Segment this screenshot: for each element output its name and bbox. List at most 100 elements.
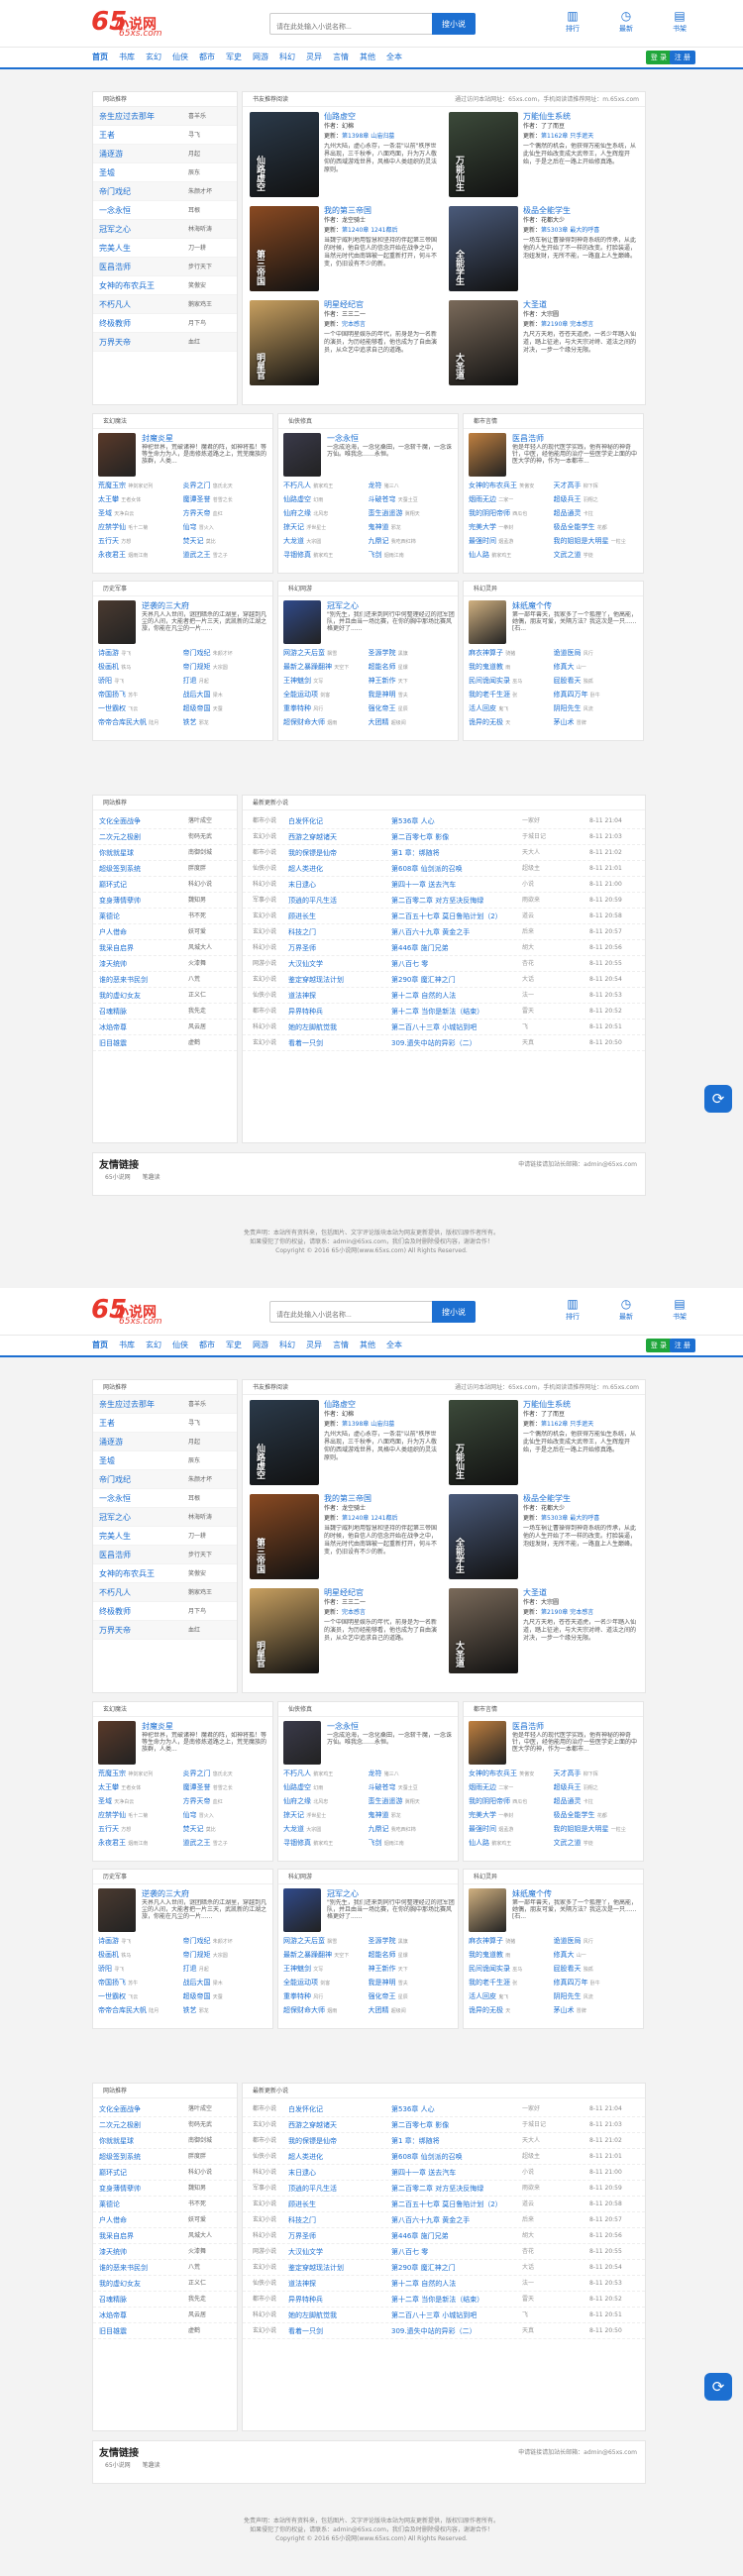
book-title[interactable]: 不朽凡人 bbox=[99, 1588, 131, 1597]
list-item[interactable]: 大团精 超级阅 bbox=[369, 717, 454, 728]
book-title[interactable]: 超级签到系统 bbox=[99, 865, 141, 873]
book-title[interactable]: 顶逍的平凡生活 bbox=[288, 2181, 337, 2197]
list-item[interactable]: 神王新作 天下 bbox=[369, 676, 454, 687]
list-item[interactable]: 掠天记 浮世星士 bbox=[283, 1810, 369, 1821]
latest-chapter[interactable]: 第1 章：绑随将 bbox=[391, 845, 440, 861]
list-item[interactable]: 大龙道 大宗圆 bbox=[283, 536, 369, 547]
book-cover[interactable]: 明星官 bbox=[250, 1588, 319, 1673]
nav-item[interactable]: 玄幻 bbox=[146, 1340, 161, 1350]
list-item[interactable]: 我采自启界 风城大人 bbox=[93, 940, 237, 956]
book-card[interactable]: 全能学生 极品全能学生 作者：花都大少 更新：第5303章 最大的呼喜 一场车祸让曹操得… bbox=[446, 203, 641, 297]
table-row[interactable]: 科幻小说 她的左脚航觉我 第二百八十三章 小城钻到吧 飞 8-11 20:51 bbox=[243, 1020, 645, 1035]
book-title[interactable]: 末日逮心 bbox=[288, 877, 316, 893]
list-item[interactable]: 民间诡闻实录 巫马 bbox=[469, 676, 554, 687]
book-title[interactable]: 超人类进化 bbox=[288, 2149, 323, 2165]
book-cover[interactable] bbox=[469, 433, 506, 477]
list-item[interactable]: 仙人路 鹅家鸡王 bbox=[469, 550, 554, 561]
book-title[interactable]: 鉴定穿越现法计划 bbox=[288, 2260, 344, 2276]
nav-item[interactable]: 军史 bbox=[226, 1340, 242, 1350]
genre[interactable]: 玄幻小说 bbox=[253, 972, 276, 988]
list-item[interactable]: 鬼神道 邪龙 bbox=[369, 1810, 454, 1821]
book-title[interactable]: 女神的布农兵王 bbox=[99, 1569, 155, 1578]
table-row[interactable]: 网游小说 大汉仙文学 第八百七 零 杏花 8-11 20:55 bbox=[243, 2244, 645, 2260]
list-item[interactable]: 医昌浩师 步行天下 bbox=[93, 1546, 237, 1564]
nav-item[interactable]: 科幻 bbox=[279, 1340, 295, 1350]
table-row[interactable]: 玄幻小说 顾进长生 第二百五十七章 莫日鲁陷计划（2） 道云 8-11 20:58 bbox=[243, 2197, 645, 2212]
list-item[interactable]: 仙穹 冒火入 bbox=[183, 1810, 268, 1821]
latest-chapter[interactable]: 第608章 仙剑派的召唤 bbox=[391, 861, 463, 877]
list-item[interactable]: 炎界之门 悠氏北天 bbox=[183, 1769, 268, 1779]
list-item[interactable]: 万界天帝 血红 bbox=[93, 333, 237, 352]
list-item[interactable]: 我的鬼道教 雨 bbox=[469, 662, 554, 673]
list-item[interactable]: 荒魔玉宗 神剑家记列 bbox=[98, 481, 183, 491]
genre[interactable]: 玄幻小说 bbox=[253, 2197, 276, 2212]
list-item[interactable]: 超级帝国 天蚕 bbox=[183, 1991, 268, 2002]
latest-chapter[interactable]: 第1240章 1241都后 bbox=[342, 1515, 397, 1522]
list-item[interactable]: 飞剑 烟雨江南 bbox=[369, 1838, 454, 1849]
list-item[interactable]: 女神的布农兵王 笑傲安 bbox=[93, 1564, 237, 1583]
book-title[interactable]: 科技之门 bbox=[288, 924, 316, 940]
list-item[interactable]: 涌逐游 月起 bbox=[93, 1433, 237, 1451]
list-item[interactable]: 大龙道 大宗圆 bbox=[283, 1824, 369, 1835]
book-title[interactable]: 谁的恶来书民剑 bbox=[99, 2264, 148, 2272]
nav-item[interactable]: 灵异 bbox=[306, 1340, 322, 1350]
book-cover[interactable] bbox=[98, 433, 136, 477]
list-item[interactable]: 诗画游 寻飞 bbox=[98, 1936, 183, 1947]
book-title[interactable]: 漆天统帅 bbox=[99, 2248, 127, 2256]
list-item[interactable]: 麻衣神算子 骑猪 bbox=[469, 1936, 554, 1947]
book-title[interactable]: 你就就星球 bbox=[99, 2137, 134, 2145]
table-row[interactable]: 仙侠小说 超人类进化 第608章 仙剑派的召唤 超级主 8-11 21:01 bbox=[243, 861, 645, 877]
list-item[interactable]: 变身薄情孽帅 魏知男 bbox=[93, 893, 237, 909]
list-item[interactable]: 诗画游 寻飞 bbox=[98, 648, 183, 659]
latest-chapter[interactable]: 第二百零七章 影像 bbox=[391, 829, 449, 845]
book-cover[interactable] bbox=[283, 433, 321, 477]
list-item[interactable]: 龙符 猪三八 bbox=[369, 481, 454, 491]
genre[interactable]: 玄幻小说 bbox=[253, 829, 276, 845]
latest-chapter[interactable]: 第290章 魔汇神之门 bbox=[391, 972, 456, 988]
genre[interactable]: 科幻小说 bbox=[253, 2165, 276, 2181]
book-cover[interactable]: 万能仙生 bbox=[449, 1400, 518, 1485]
list-item[interactable]: 完美大学 一拳封 bbox=[469, 1810, 554, 1821]
book-card[interactable]: 万能仙生 万能仙生系统 作者：了了而豆 更新：第1162章 只手遮天 一个偶然的机会，他… bbox=[446, 109, 641, 203]
list-item[interactable]: 麻衣神算子 骑猪 bbox=[469, 648, 554, 659]
book-title[interactable]: 异界特种兵 bbox=[288, 2292, 323, 2308]
book-cover[interactable]: 大圣道 bbox=[449, 1588, 518, 1673]
book-title[interactable]: 看着一只剑 bbox=[288, 1035, 323, 1051]
list-item[interactable]: 超保财命大师 烟雨 bbox=[283, 717, 369, 728]
list-item[interactable]: 仙府之缘 北风忠 bbox=[283, 1796, 369, 1807]
shortcut-chart[interactable]: ▥ 排行 bbox=[557, 9, 588, 34]
genre[interactable]: 仙侠小说 bbox=[253, 2149, 276, 2165]
table-row[interactable]: 玄幻小说 顾进长生 第二百五十七章 莫日鲁陷计划（2） 道云 8-11 20:58 bbox=[243, 909, 645, 924]
genre[interactable]: 玄幻小说 bbox=[253, 2212, 276, 2228]
book-title[interactable]: 鉴定穿越现法计划 bbox=[288, 972, 344, 988]
book-title[interactable]: 万能仙生系统 bbox=[523, 111, 638, 122]
book-title[interactable]: 终极教师 bbox=[99, 319, 131, 328]
list-item[interactable]: 诡异的无极 天 bbox=[469, 2005, 554, 2016]
list-item[interactable]: 最强时间 烟孟游 bbox=[469, 536, 554, 547]
table-row[interactable]: 都市小说 我的保镖是仙帝 第1 章：绑随将 天大人 8-11 21:02 bbox=[243, 2133, 645, 2149]
nav-item[interactable]: 全本 bbox=[386, 1340, 402, 1350]
refresh-button[interactable]: ⟳ bbox=[704, 1085, 732, 1113]
list-item[interactable]: 不朽凡人 鹅家鸡王 bbox=[93, 295, 237, 314]
table-row[interactable]: 科幻小说 末日逮心 第四十一章 送去汽车 小说 8-11 21:00 bbox=[243, 877, 645, 893]
book-card[interactable]: 第三帝国 我的第三帝国 作者：龙空骑士 更新：第1240章 1241都后 当魏宁威利地用… bbox=[247, 1491, 442, 1585]
list-item[interactable]: 我的老千生涯 张 bbox=[469, 1978, 554, 1988]
list-item[interactable]: 强化帝王 星辰 bbox=[369, 1991, 454, 2002]
list-item[interactable]: 茅山术 冒牌 bbox=[554, 2005, 639, 2016]
book-title[interactable]: 大圣道 bbox=[523, 1587, 638, 1598]
list-item[interactable]: 漆天统帅 火漆舞 bbox=[93, 2244, 237, 2260]
genre[interactable]: 网游小说 bbox=[253, 956, 276, 972]
list-item[interactable]: 五行天 方想 bbox=[98, 1824, 183, 1835]
shortcut-bookshelf[interactable]: ▤ 书架 bbox=[664, 9, 695, 34]
list-item[interactable]: 超级帝国 天蚕 bbox=[183, 703, 268, 714]
book-title[interactable]: 我的虚幻女友 bbox=[99, 2280, 141, 2288]
book-title[interactable]: 白发怀化记 bbox=[288, 813, 323, 829]
list-item[interactable]: 莱德论 书不死 bbox=[93, 909, 237, 924]
featured-book[interactable]: 逆袭的三大府 天界凡人入世间，谜团暗杀的江湖里，穿越到凡尘的人间，大能者把一片三天… bbox=[93, 1884, 272, 1936]
list-item[interactable]: 极画机 铁马 bbox=[98, 662, 183, 673]
list-item[interactable]: 我的阴阳帝师 西瓜也 bbox=[469, 1796, 554, 1807]
list-item[interactable]: 最强时间 烟孟游 bbox=[469, 1824, 554, 1835]
book-card[interactable]: 仙路虚空 仙路虚空 作者：幻棉 更新：第1398章 山庙归墓 九州大陆，虚心永存，一条混… bbox=[247, 109, 442, 203]
link-list[interactable]: 65小说网 笔趣读 bbox=[105, 2460, 160, 2469]
book-cover[interactable] bbox=[469, 1888, 506, 1932]
